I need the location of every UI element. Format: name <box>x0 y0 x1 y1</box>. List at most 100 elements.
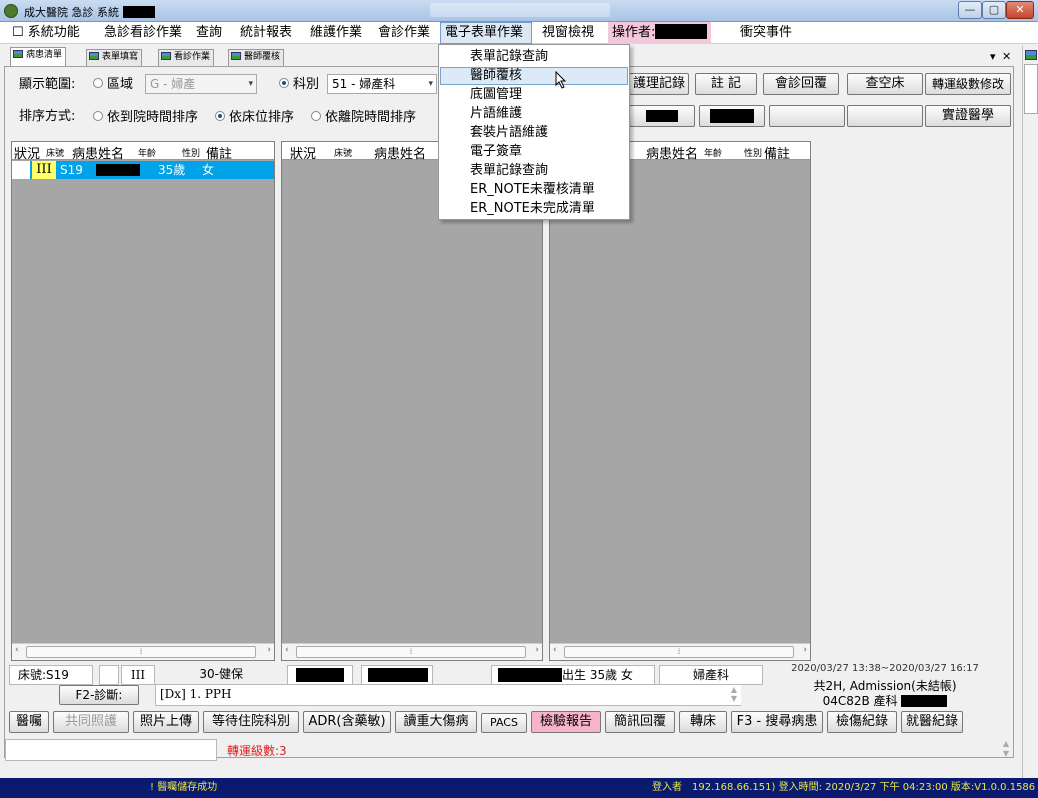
spinner-icon[interactable]: ▲ ▼ <box>999 739 1013 761</box>
horizontal-scrollbar[interactable]: ‹ ⁞ › <box>12 643 274 660</box>
spinner-icon[interactable]: ▲ ▼ <box>727 685 741 705</box>
horizontal-scrollbar[interactable]: ‹ ⁞ › <box>550 643 810 660</box>
menu-item-er-note-incomplete[interactable]: ER_NOTE未完成清單 <box>440 200 628 218</box>
menu-emergency-visit[interactable]: 急診看診作業 <box>100 22 186 44</box>
redacted-block <box>368 668 428 682</box>
toolbar-button-redacted-1[interactable] <box>629 105 695 127</box>
menu-consult[interactable]: 會診作業 <box>374 22 434 44</box>
redacted-block <box>710 109 754 123</box>
lab-report-button[interactable]: 檢驗報告 <box>531 711 601 733</box>
table-row[interactable]: III S19 35歲 女 <box>12 161 274 179</box>
scroll-thumb[interactable]: ⁞ <box>564 646 794 658</box>
status-message: ! 醫囑儲存成功 <box>150 782 218 793</box>
transfer-level-button[interactable]: 轉運級數修改 <box>925 73 1011 95</box>
dept-radio[interactable] <box>279 78 289 88</box>
menu-item-package-phrase[interactable]: 套裝片語維護 <box>440 124 628 142</box>
note-button[interactable]: 註 記 <box>695 73 757 95</box>
sms-reply-button[interactable]: 簡訊回覆 <box>605 711 675 733</box>
tab-visit[interactable]: 看診作業 <box>158 49 215 66</box>
scroll-thumb[interactable]: ⁞ <box>296 646 526 658</box>
row-bed: S19 <box>60 163 83 177</box>
triage-record-button[interactable]: 檢傷紀錄 <box>827 711 897 733</box>
menu-system[interactable]: ☐ 系統功能 <box>8 22 84 44</box>
photo-upload-button[interactable]: 照片上傳 <box>133 711 199 733</box>
menu-eforms[interactable]: 電子表單作業 <box>440 22 532 44</box>
menu-item-form-record-query[interactable]: 表單記錄查詢 <box>440 48 628 66</box>
maximize-button[interactable]: ▢ <box>982 1 1006 19</box>
list-header: 狀況 床號 病患姓名 年齡 性別 備註 <box>12 142 274 162</box>
insurance-info: 30-健保 <box>199 667 243 681</box>
menu-operator[interactable]: 操作者: <box>608 22 712 44</box>
transfer-bed-button[interactable]: 轉床 <box>679 711 727 733</box>
toolbar-button-blank-2[interactable] <box>847 105 923 127</box>
menu-item-phrase-maintenance[interactable]: 片語維護 <box>440 105 628 123</box>
tab-label: 醫師覆核 <box>244 52 281 62</box>
scroll-right-icon[interactable]: › <box>267 645 271 655</box>
toolbar-button-redacted-2[interactable] <box>699 105 765 127</box>
birth-text: 出生 35歲 女 <box>562 668 633 682</box>
sort-bed-radio[interactable] <box>215 111 225 121</box>
side-tab[interactable] <box>1024 64 1038 114</box>
diagnosis-field[interactable]: [Dx] 1. PPH <box>155 684 741 706</box>
scroll-right-icon[interactable]: › <box>803 645 807 655</box>
sort-discharge-radio[interactable] <box>311 111 321 121</box>
scroll-right-icon[interactable]: › <box>535 645 539 655</box>
scroll-left-icon[interactable]: ‹ <box>15 645 19 655</box>
menu-view[interactable]: 視窗檢視 <box>538 22 598 44</box>
toolbar-button-blank-1[interactable] <box>769 105 845 127</box>
search-patient-button[interactable]: F3 - 搜尋病患 <box>731 711 823 733</box>
title-blur <box>430 3 610 17</box>
adr-button[interactable]: ADR(含藥敏) <box>303 711 391 733</box>
menu-bar: ☐ 系統功能 急診看診作業 查詢 統計報表 維護作業 會診作業 電子表單作業 視… <box>0 22 1038 44</box>
dept-label: 科別 <box>293 77 320 92</box>
col-status: 狀況 <box>290 147 317 162</box>
consult-reply-button[interactable]: 會診回覆 <box>763 73 839 95</box>
menu-item-er-note-unreviewed[interactable]: ER_NOTE未覆核清單 <box>440 181 628 199</box>
col-bed: 床號 <box>334 149 353 159</box>
nursing-record-button[interactable]: 護理記錄 <box>629 73 689 95</box>
empty-bed-button[interactable]: 查空床 <box>847 73 923 95</box>
menu-item-form-record-query-2[interactable]: 表單記錄查詢 <box>440 162 628 180</box>
chevron-down-icon[interactable]: ▾ <box>990 50 996 63</box>
orders-button[interactable]: 醫囑 <box>9 711 49 733</box>
tab-icon <box>89 52 99 60</box>
scroll-thumb[interactable]: ⁞ <box>26 646 256 658</box>
status-bar: ! 醫囑儲存成功 登入者 192.168.66.151) 登入時間: 2020/… <box>0 778 1038 798</box>
dock-icon[interactable] <box>1025 50 1037 60</box>
horizontal-scrollbar[interactable]: ‹ ⁞ › <box>282 643 542 660</box>
visit-time: 2020/03/27 13:38~2020/03/27 16:17 <box>791 663 979 674</box>
menu-reports[interactable]: 統計報表 <box>236 22 296 44</box>
menu-item-doctor-review[interactable]: 醫師覆核 <box>440 67 628 85</box>
bottom-input[interactable] <box>5 739 217 761</box>
scroll-left-icon[interactable]: ‹ <box>553 645 557 655</box>
tab-patient-list[interactable]: 病患清單 <box>10 47 67 66</box>
menu-query[interactable]: 查詢 <box>192 22 226 44</box>
tab-form-fill[interactable]: 表單填寫 <box>86 49 143 66</box>
sort-discharge-label: 依離院時間排序 <box>325 110 417 125</box>
minimize-button[interactable]: — <box>958 1 982 19</box>
visit-record-button[interactable]: 就醫紀錄 <box>901 711 963 733</box>
sort-arrival-radio[interactable] <box>93 111 103 121</box>
bed-info: 床號:S19 <box>9 665 93 685</box>
menu-conflict[interactable]: 衝突事件 <box>736 22 796 44</box>
major-illness-button[interactable]: 讀重大傷病 <box>395 711 477 733</box>
close-button[interactable]: ✕ <box>1006 1 1034 19</box>
f2-diagnosis-button[interactable]: F2-診斷: <box>59 685 139 705</box>
shared-care-button[interactable]: 共同照護 <box>53 711 129 733</box>
col-age: 年齡 <box>138 149 157 159</box>
tab-doctor-review[interactable]: 醫師覆核 <box>228 49 285 66</box>
tab-close-icon[interactable]: ✕ <box>1002 50 1011 63</box>
menu-item-base-image[interactable]: 底圖管理 <box>440 86 628 104</box>
right-side-strip <box>1022 46 1038 778</box>
region-radio[interactable] <box>93 78 103 88</box>
operator-label: 操作者: <box>612 25 656 40</box>
menu-item-e-signature[interactable]: 電子簽章 <box>440 143 628 161</box>
dept-select[interactable]: 51 - 婦產科 ▾ <box>327 74 437 94</box>
col-status: 狀況 <box>14 147 41 162</box>
region-select[interactable]: G - 婦產 ▾ <box>145 74 257 94</box>
menu-maintenance[interactable]: 維護作業 <box>306 22 366 44</box>
evidence-medicine-button[interactable]: 實證醫學 <box>925 105 1011 127</box>
pacs-button[interactable]: PACS <box>481 713 527 733</box>
scroll-left-icon[interactable]: ‹ <box>285 645 289 655</box>
waiting-admission-button[interactable]: 等待住院科別 <box>203 711 299 733</box>
